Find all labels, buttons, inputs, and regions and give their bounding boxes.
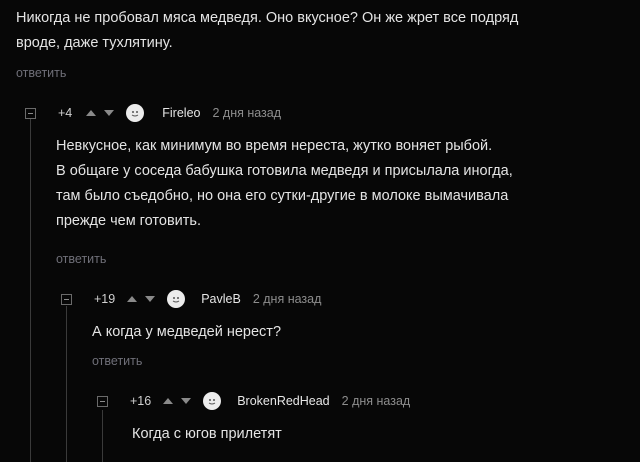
upvote-icon[interactable]	[127, 296, 138, 302]
avatar[interactable]	[167, 290, 186, 308]
comment-line: прежде чем готовить.	[56, 213, 201, 229]
comment-rating: +16	[130, 394, 152, 408]
top-comment-line: вроде, даже тухлятину.	[16, 35, 173, 51]
collapse-icon[interactable]	[61, 293, 72, 305]
collapse-icon[interactable]	[25, 107, 36, 119]
top-comment-body: Никогда не пробовал мяса медведя. Оно вк…	[16, 6, 636, 56]
username[interactable]: PavleB	[201, 292, 241, 306]
comment-header: +4 Fireleo 2 дня назад	[25, 104, 281, 122]
thread-line[interactable]	[30, 118, 31, 462]
collapse-icon[interactable]	[97, 395, 108, 407]
avatar-face-icon	[172, 297, 180, 303]
upvote-icon[interactable]	[86, 110, 97, 116]
top-comment-line: Никогда не пробовал мяса медведя. Оно вк…	[16, 10, 519, 26]
avatar[interactable]	[203, 392, 222, 410]
avatar[interactable]	[126, 104, 145, 122]
downvote-icon[interactable]	[181, 398, 192, 404]
comment-body: А когда у медведей нерест?	[92, 324, 282, 340]
thread-line[interactable]	[66, 306, 67, 462]
reply-link[interactable]: ответить	[92, 354, 142, 368]
comment-body: Когда с югов прилетят	[132, 426, 282, 442]
comment-line: там было съедобно, но она его сутки-друг…	[56, 188, 509, 204]
username[interactable]: Fireleo	[162, 106, 200, 120]
comment-rating: +4	[58, 106, 73, 120]
avatar-face-icon	[131, 111, 139, 117]
timestamp: 2 дня назад	[212, 106, 282, 120]
comment-rating: +19	[94, 292, 116, 306]
comment-body: Невкусное, как минимум во время нереста,…	[56, 134, 636, 234]
comment-line: В общаге у соседа бабушка готовила медве…	[56, 163, 513, 179]
upvote-icon[interactable]	[163, 398, 174, 404]
timestamp: 2 дня назад	[252, 292, 322, 306]
timestamp: 2 дня назад	[341, 394, 411, 408]
reply-link[interactable]: ответить	[16, 66, 66, 80]
comment-header: +16 BrokenRedHead 2 дня назад	[97, 392, 410, 410]
comment-header: +19 PavleB 2 дня назад	[61, 290, 321, 308]
thread-line[interactable]	[102, 410, 103, 462]
downvote-icon[interactable]	[145, 296, 156, 302]
username[interactable]: BrokenRedHead	[237, 394, 329, 408]
downvote-icon[interactable]	[104, 110, 115, 116]
avatar-face-icon	[208, 399, 216, 405]
comment-line: Невкусное, как минимум во время нереста,…	[56, 138, 493, 154]
reply-link[interactable]: ответить	[56, 252, 106, 266]
